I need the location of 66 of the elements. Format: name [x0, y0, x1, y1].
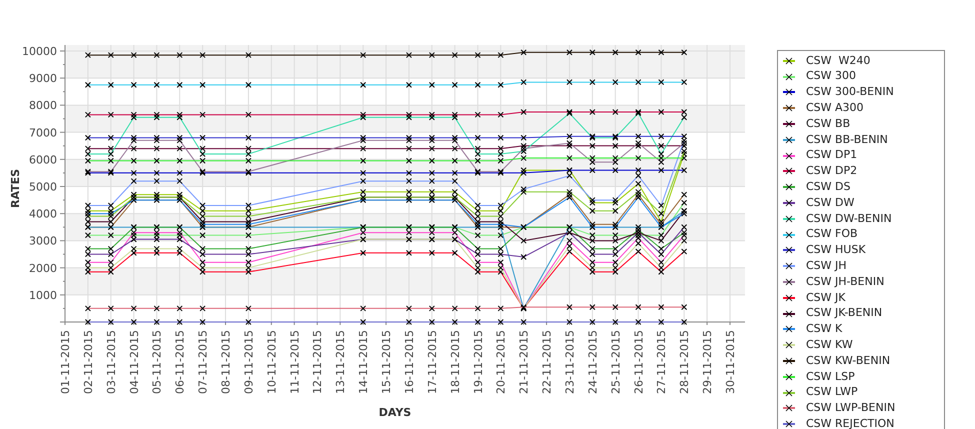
legend-label: CSW JK-BENIN: [806, 305, 882, 322]
y-tick-label: 1000: [29, 288, 57, 302]
x-tick-label: 26-11-2015: [632, 330, 646, 394]
y-tick-label: 8000: [29, 99, 57, 112]
legend-label: CSW FOB: [806, 226, 858, 242]
x-tick-label: 14-11-2015: [357, 330, 370, 394]
legend-label: CSW A300: [806, 100, 864, 116]
legend-label: CSW KW: [806, 337, 853, 353]
x-tick-label: 20-11-2015: [494, 330, 508, 394]
x-tick-label: 29-11-2015: [701, 330, 714, 394]
x-tick-label: 11-11-2015: [288, 330, 302, 394]
y-tick-label: 3000: [29, 234, 57, 248]
legend-label: CSW W240: [806, 52, 870, 69]
legend-label: CSW 300: [806, 68, 856, 84]
y-tick-label: 10000: [22, 45, 57, 58]
legend-label: CSW LWP-BENIN: [806, 400, 896, 416]
legend-label: CSW LSP: [806, 368, 855, 385]
x-tick-label: 21-11-2015: [518, 330, 531, 394]
legend-label: CSW DS: [806, 179, 850, 196]
x-tick-label: 24-11-2015: [586, 330, 600, 394]
x-tick-label: 22-11-2015: [540, 330, 554, 394]
legend-label: CSW LWP: [806, 384, 858, 400]
x-tick-label: 16-11-2015: [402, 330, 416, 394]
x-tick-label: 13-11-2015: [334, 330, 348, 394]
x-tick-label: 08-11-2015: [220, 330, 233, 394]
legend-label: CSW DW: [806, 194, 854, 211]
x-tick-label: 07-11-2015: [196, 330, 210, 394]
x-tick-label: 18-11-2015: [448, 330, 462, 394]
x-tick-label: 03-11-2015: [104, 330, 118, 394]
legend-label: CSW BB: [806, 116, 850, 132]
x-tick-label: 17-11-2015: [426, 330, 439, 394]
legend-label: CSW KW-BENIN: [806, 352, 890, 369]
legend-label: CSW 300-BENIN: [806, 84, 894, 100]
x-tick-label: 09-11-2015: [242, 330, 256, 394]
x-tick-label: 30-11-2015: [724, 330, 737, 394]
y-tick-label: 2000: [29, 262, 57, 275]
x-axis-title: DAYS: [378, 406, 412, 419]
legend-label: CSW REJECTION: [806, 416, 894, 429]
y-tick-label: 6000: [29, 153, 57, 166]
legend-label: CSW HUSK: [806, 242, 866, 258]
y-axis-title: RATES: [9, 168, 22, 208]
legend-label: CSW BB-BENIN: [806, 132, 888, 148]
x-tick-label: 23-11-2015: [563, 330, 576, 394]
x-tick-label: 15-11-2015: [380, 330, 394, 394]
x-tick-label: 19-11-2015: [472, 330, 485, 394]
y-tick-label: 9000: [29, 72, 57, 86]
x-tick-label: 27-11-2015: [655, 330, 668, 394]
x-tick-label: 02-11-2015: [82, 330, 95, 394]
y-tick-label: 4000: [29, 208, 57, 221]
legend-label: CSW JK: [806, 290, 846, 306]
y-tick-label: 5000: [29, 180, 57, 194]
y-tick-label: 7000: [29, 126, 57, 140]
x-tick-label: 05-11-2015: [150, 330, 164, 394]
x-tick-label: 04-11-2015: [128, 330, 141, 394]
legend-label: CSW DP2: [806, 163, 858, 180]
x-tick-label: 10-11-2015: [265, 330, 278, 394]
legend-label: CSW JH: [806, 258, 847, 274]
legend-label: CSW JH-BENIN: [806, 274, 884, 290]
x-tick-label: 28-11-2015: [678, 330, 692, 394]
x-tick-label: 01-11-2015: [59, 330, 72, 394]
legend-label: CSW DP1: [806, 147, 858, 164]
legend-label: CSW K: [806, 321, 842, 338]
x-tick-label: 06-11-2015: [174, 330, 187, 394]
x-tick-label: 25-11-2015: [609, 330, 622, 394]
x-tick-label: 12-11-2015: [311, 330, 324, 394]
legend-label: CSW DW-BENIN: [806, 210, 892, 227]
